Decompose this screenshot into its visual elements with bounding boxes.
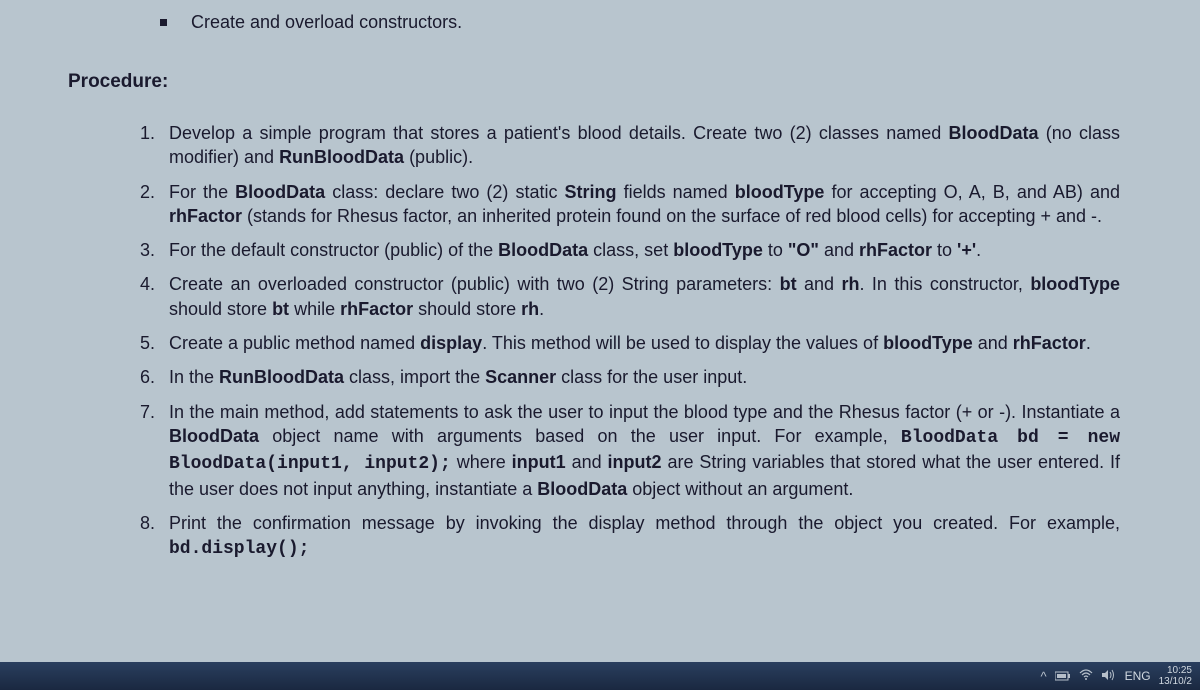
procedure-step-8: 8. Print the confirmation message by inv… bbox=[125, 511, 1120, 562]
step-number: 3. bbox=[125, 238, 155, 262]
time-text: 10:25 bbox=[1159, 665, 1192, 676]
wifi-icon[interactable] bbox=[1079, 669, 1093, 684]
step-content: Develop a simple program that stores a p… bbox=[169, 121, 1120, 170]
procedure-step-7: 7. In the main method, add statements to… bbox=[125, 400, 1120, 501]
taskbar[interactable]: ^ ENG 10:25 13/10/2 bbox=[0, 662, 1200, 690]
step-number: 2. bbox=[125, 180, 155, 229]
step-content: For the default constructor (public) of … bbox=[169, 238, 1120, 262]
step-number: 6. bbox=[125, 365, 155, 389]
system-tray[interactable]: ^ bbox=[1041, 669, 1115, 684]
bullet-marker bbox=[160, 19, 167, 26]
procedure-list: 1. Develop a simple program that stores … bbox=[125, 121, 1120, 561]
procedure-step-1: 1. Develop a simple program that stores … bbox=[125, 121, 1120, 170]
step-number: 8. bbox=[125, 511, 155, 562]
clock[interactable]: 10:25 13/10/2 bbox=[1159, 665, 1192, 687]
step-content: In the main method, add statements to as… bbox=[169, 400, 1120, 501]
procedure-step-6: 6. In the RunBloodData class, import the… bbox=[125, 365, 1120, 389]
procedure-step-2: 2. For the BloodData class: declare two … bbox=[125, 180, 1120, 229]
chevron-up-icon[interactable]: ^ bbox=[1041, 669, 1047, 684]
language-indicator[interactable]: ENG bbox=[1125, 669, 1151, 683]
step-number: 5. bbox=[125, 331, 155, 355]
procedure-step-4: 4. Create an overloaded constructor (pub… bbox=[125, 272, 1120, 321]
procedure-step-3: 3. For the default constructor (public) … bbox=[125, 238, 1120, 262]
step-content: Print the confirmation message by invoki… bbox=[169, 511, 1120, 562]
step-content: For the BloodData class: declare two (2)… bbox=[169, 180, 1120, 229]
step-number: 7. bbox=[125, 400, 155, 501]
battery-icon[interactable] bbox=[1055, 669, 1071, 684]
step-number: 1. bbox=[125, 121, 155, 170]
procedure-heading: Procedure: bbox=[68, 71, 1150, 93]
step-number: 4. bbox=[125, 272, 155, 321]
bullet-item: Create and overload constructors. bbox=[160, 12, 1150, 33]
document-page: Create and overload constructors. Proced… bbox=[0, 12, 1200, 561]
step-content: Create a public method named display. Th… bbox=[169, 331, 1120, 355]
procedure-step-5: 5. Create a public method named display.… bbox=[125, 331, 1120, 355]
bullet-text: Create and overload constructors. bbox=[191, 12, 462, 33]
speaker-icon[interactable] bbox=[1101, 669, 1115, 684]
step-content: Create an overloaded constructor (public… bbox=[169, 272, 1120, 321]
step-content: In the RunBloodData class, import the Sc… bbox=[169, 365, 1120, 389]
